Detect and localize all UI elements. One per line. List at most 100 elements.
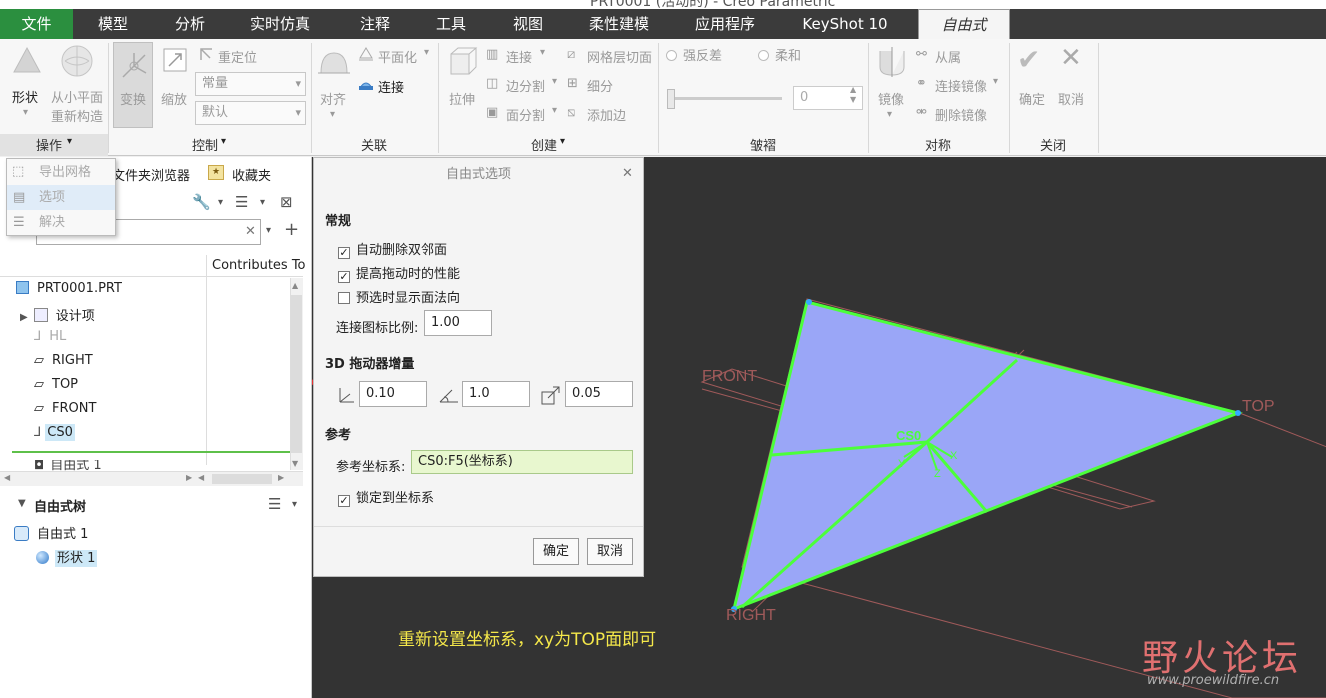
add-edge-button[interactable]: 添加边 <box>587 105 626 124</box>
vertex-handle[interactable] <box>806 299 812 305</box>
tree-item-hl[interactable]: ⅃ HL <box>34 329 68 344</box>
default-combo[interactable]: 默认 <box>195 101 306 125</box>
align-button[interactable]: 对齐 <box>320 89 346 108</box>
hscroll-right-icon[interactable]: ▶ <box>186 473 192 482</box>
control-dropdown-icon[interactable]: ▾ <box>221 136 226 147</box>
tab-keyshot[interactable]: KeyShot 10 <box>790 9 900 39</box>
tab-applications[interactable]: 应用程序 <box>680 9 770 39</box>
connect-mirror-button[interactable]: 连接镜像 <box>935 76 987 95</box>
hscroll2-left-icon[interactable]: ◀ <box>198 473 204 482</box>
menu-item-export-mesh[interactable]: 导出网格 <box>7 160 115 185</box>
hscroll2-right-icon[interactable]: ▶ <box>278 473 284 482</box>
rebuild-from-facets-line1[interactable]: 从小平面 <box>51 87 103 106</box>
align-dropdown-icon[interactable]: ▾ <box>330 109 335 120</box>
column-header-contributes-to[interactable]: Contributes To <box>212 258 306 273</box>
show-normal-checkbox[interactable]: 预选时显示面法向 <box>338 287 460 306</box>
shape-button[interactable]: 形状 <box>12 87 38 106</box>
ribbon-ok-button[interactable]: 确定 <box>1019 89 1045 108</box>
dialog-cancel-button[interactable]: 取消 <box>587 538 633 565</box>
tab-tools[interactable]: 工具 <box>418 9 484 39</box>
crease-strong-radio[interactable]: 强反差 <box>666 45 722 64</box>
subdivide-button[interactable]: 细分 <box>587 76 613 95</box>
freestyle-tree-item[interactable]: 自由式 1 <box>14 523 90 542</box>
tree-settings-icon[interactable]: ☰ <box>235 193 248 211</box>
ref-cs-selector[interactable]: CS0:F5(坐标系) <box>411 450 633 474</box>
connect-mirror-dropdown-icon[interactable]: ▾ <box>993 76 998 87</box>
tab-freestyle[interactable]: 自由式 <box>918 9 1010 39</box>
connect-button[interactable]: 连接 <box>378 77 404 96</box>
tree-settings-dropdown-icon[interactable]: ▾ <box>260 197 265 208</box>
flatten-button[interactable]: 平面化 <box>378 47 417 66</box>
rotate-increment-input[interactable]: 1.0 <box>462 381 530 407</box>
crease-slider-track[interactable] <box>670 97 782 100</box>
face-split-button[interactable]: 面分割 <box>506 105 545 124</box>
tree-item-root[interactable]: PRT0001.PRT <box>16 281 124 296</box>
tab-live-simulation[interactable]: 实时仿真 <box>240 9 320 39</box>
auto-delete-checkbox[interactable]: ✓ 自动删除双邻面 <box>338 239 447 259</box>
improve-performance-checkbox[interactable]: ✓ 提高拖动时的性能 <box>338 263 460 283</box>
crease-soft-radio[interactable]: 柔和 <box>758 45 801 64</box>
freestyle-shape-item[interactable]: 形状 1 <box>36 547 98 567</box>
edge-split-button[interactable]: 边分割 <box>506 76 545 95</box>
ribbon-cancel-button[interactable]: 取消 <box>1058 89 1084 108</box>
vertex-handle[interactable] <box>1235 410 1241 416</box>
join-dropdown-icon[interactable]: ▾ <box>540 47 545 58</box>
flatten-dropdown-icon[interactable]: ▾ <box>424 47 429 58</box>
slave-button[interactable]: 从属 <box>935 47 961 66</box>
create-dropdown-icon[interactable]: ▾ <box>560 136 565 147</box>
join-button[interactable]: 连接 <box>506 47 532 66</box>
freestyle-triangle-face[interactable] <box>731 300 1243 612</box>
tree-tools-dropdown-icon[interactable]: ▾ <box>218 197 223 208</box>
tab-file[interactable]: 文件 <box>0 9 73 39</box>
edge-split-dropdown-icon[interactable]: ▾ <box>552 76 557 87</box>
mirror-button[interactable]: 镜像 <box>878 89 904 108</box>
scroll-up-icon[interactable]: ▲ <box>292 281 298 290</box>
collapse-arrow-icon[interactable]: ▼ <box>18 498 26 509</box>
extrude-button[interactable]: 拉伸 <box>449 89 475 108</box>
dialog-ok-button[interactable]: 确定 <box>533 538 579 565</box>
hscroll-left-icon[interactable]: ◀ <box>4 473 10 482</box>
zoom-button[interactable]: 缩放 <box>161 89 187 108</box>
add-icon[interactable]: + <box>284 219 299 240</box>
tab-analysis[interactable]: 分析 <box>155 9 225 39</box>
tree-item-front[interactable]: ▱ FRONT <box>34 401 98 416</box>
tree-item-cs0[interactable]: ⅃ CS0 <box>34 424 75 441</box>
reposition-button[interactable]: 重定位 <box>218 47 257 66</box>
freestyle-tree-settings-icon[interactable]: ☰ <box>268 495 281 513</box>
tree-tools-icon[interactable]: 🔧 <box>192 193 211 211</box>
tree-scroll-thumb[interactable] <box>291 295 302 453</box>
tree-filter-icon[interactable]: ⊠ <box>280 193 293 211</box>
mirror-dropdown-icon[interactable]: ▾ <box>887 109 892 120</box>
scale-increment-input[interactable]: 0.05 <box>565 381 633 407</box>
tree-item-design-items[interactable]: ▶ 设计项 <box>20 305 97 324</box>
delete-mirror-button[interactable]: 删除镜像 <box>935 105 987 124</box>
tab-view[interactable]: 视图 <box>495 9 561 39</box>
expand-arrow-icon[interactable]: ▶ <box>20 312 28 323</box>
rebuild-from-facets-line2[interactable]: 重新构造 <box>51 106 103 125</box>
tab-annotate[interactable]: 注释 <box>340 9 410 39</box>
ops-dropdown-icon[interactable]: ▾ <box>67 136 72 147</box>
dialog-close-icon[interactable]: ✕ <box>622 166 633 181</box>
group-label-operations[interactable]: 操作 <box>36 135 62 154</box>
clear-search-icon[interactable]: ✕ <box>245 224 256 239</box>
mesh-cut-button[interactable]: 网格层切面 <box>587 47 652 66</box>
shape-dropdown-icon[interactable]: ▾ <box>23 107 28 118</box>
tab-folder-browser[interactable]: 文件夹浏览器 <box>112 165 190 184</box>
group-label-create[interactable]: 创建 <box>531 135 557 154</box>
tree-item-top[interactable]: ▱ TOP <box>34 377 80 392</box>
scroll-down-icon[interactable]: ▼ <box>292 459 298 468</box>
hscroll-thumb[interactable] <box>212 474 272 484</box>
crease-slider-handle[interactable] <box>667 89 675 109</box>
face-split-dropdown-icon[interactable]: ▾ <box>552 105 557 116</box>
translate-increment-input[interactable]: 0.10 <box>359 381 427 407</box>
tree-item-right[interactable]: ▱ RIGHT <box>34 353 95 368</box>
tab-favorites[interactable]: 收藏夹 <box>232 165 271 184</box>
freestyle-tree-settings-dropdown-icon[interactable]: ▾ <box>292 499 297 510</box>
tab-flexible-modeling[interactable]: 柔性建模 <box>574 9 664 39</box>
group-label-control[interactable]: 控制 <box>192 135 218 154</box>
constant-combo[interactable]: 常量 <box>195 72 306 96</box>
tab-model[interactable]: 模型 <box>78 9 148 39</box>
crease-spinner-icon[interactable]: ▲ ▼ <box>850 85 856 105</box>
lock-to-cs-checkbox[interactable]: ✓ 锁定到坐标系 <box>338 487 434 507</box>
connect-icon-scale-input[interactable]: 1.00 <box>424 310 492 336</box>
